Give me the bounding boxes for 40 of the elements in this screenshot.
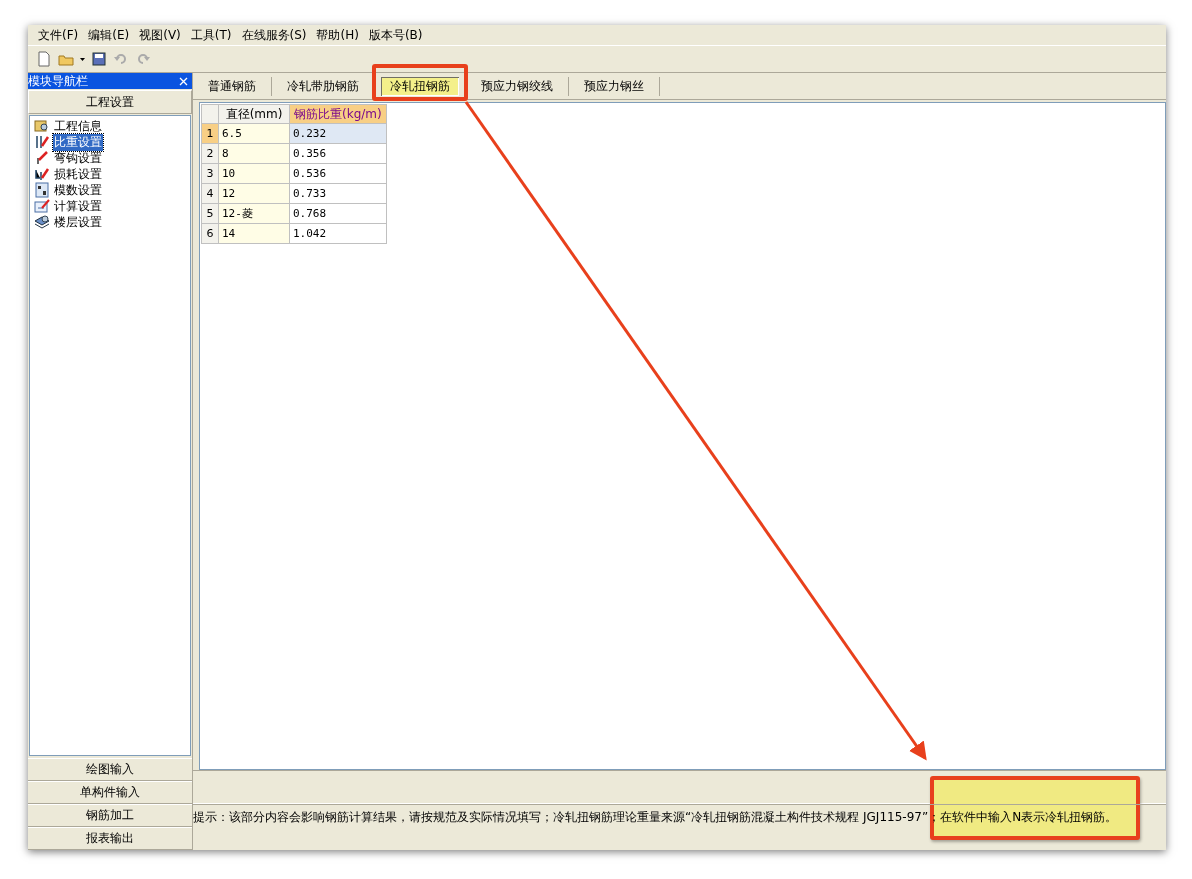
module-button[interactable]: 绘图输入 xyxy=(28,758,192,781)
tab[interactable]: 预应力钢丝 xyxy=(575,76,653,96)
module-button[interactable]: 报表输出 xyxy=(28,827,192,850)
layers-icon xyxy=(34,214,50,230)
menu-item[interactable]: 视图(V) xyxy=(139,26,181,44)
column-header[interactable]: 钢筋比重(kg/m) xyxy=(289,104,387,124)
tree-item[interactable]: 模数设置 xyxy=(53,181,103,199)
loss-icon xyxy=(34,166,50,182)
calc-icon xyxy=(34,198,50,214)
tab[interactable]: 冷轧带肋钢筋 xyxy=(278,76,368,96)
module-button[interactable]: 钢筋加工 xyxy=(28,804,192,827)
tab[interactable]: 普通钢筋 xyxy=(199,76,265,96)
menu-item[interactable]: 文件(F) xyxy=(38,26,79,44)
hook-icon xyxy=(34,150,50,166)
tree-item[interactable]: 损耗设置 xyxy=(53,165,103,183)
menu-item[interactable]: 帮助(H) xyxy=(316,26,359,44)
tree-item[interactable]: 比重设置 xyxy=(53,133,103,151)
menu-item[interactable]: 版本号(B) xyxy=(368,26,423,44)
tab[interactable]: 冷轧扭钢筋 xyxy=(381,76,459,96)
rebar-icon xyxy=(34,134,50,150)
save-icon xyxy=(91,51,107,67)
new-file-icon xyxy=(36,51,52,67)
menu-item[interactable]: 工具(T) xyxy=(190,26,232,44)
info-icon xyxy=(34,118,50,134)
panel-title: 模块导航栏 xyxy=(28,72,88,90)
redo-icon xyxy=(135,51,151,67)
tree-item[interactable]: 工程信息 xyxy=(53,117,103,135)
grid-icon xyxy=(34,182,50,198)
section-header[interactable]: 工程设置 xyxy=(28,90,192,114)
close-icon[interactable] xyxy=(179,76,188,86)
module-button[interactable]: 单构件输入 xyxy=(28,781,192,804)
dropdown-icon[interactable] xyxy=(80,57,85,61)
column-header[interactable]: 直径(mm) xyxy=(218,104,290,124)
tree-item[interactable]: 计算设置 xyxy=(53,197,103,215)
tab[interactable]: 预应力钢绞线 xyxy=(472,76,562,96)
menu-item[interactable]: 在线服务(S) xyxy=(241,26,307,44)
menu-item[interactable]: 编辑(E) xyxy=(88,26,130,44)
tree-item[interactable]: 弯钩设置 xyxy=(53,149,103,167)
tree-item[interactable]: 楼层设置 xyxy=(53,213,103,231)
undo-icon xyxy=(113,51,129,67)
